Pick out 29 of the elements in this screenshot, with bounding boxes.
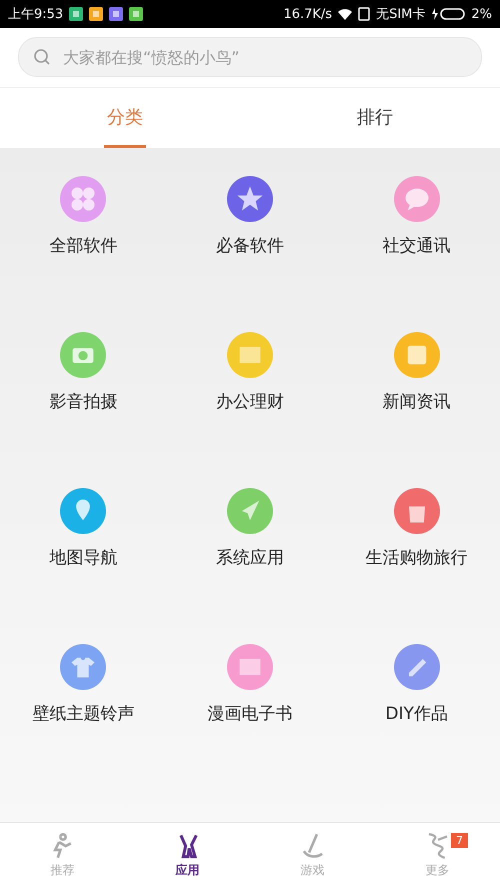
notification-icon [129,7,144,21]
search-icon [33,48,51,66]
battery-icon [431,7,466,21]
category-item[interactable]: 办公理财 [166,304,334,460]
sim-icon [358,7,370,21]
category-item[interactable]: 地图导航 [0,460,167,616]
notification-icon [109,7,124,21]
category-item[interactable]: 全部软件 [0,148,167,304]
status-time: 上午9:53 [8,6,64,23]
count-badge: 7 [451,833,468,848]
category-item[interactable]: 新闻资讯 [333,304,500,460]
category-item[interactable]: DIY作品 [333,616,500,772]
category-item[interactable]: 系统应用 [166,460,334,616]
search-bar[interactable]: 大家都在搜“愤怒的小鸟” [18,37,482,77]
category-item[interactable]: 必备软件 [166,148,334,304]
search-input[interactable]: 大家都在搜“愤怒的小鸟” [61,46,467,68]
battery-percent: 2% [471,6,492,22]
category-item[interactable]: 壁纸主题铃声 [0,616,167,772]
bowl-icon [302,833,324,859]
notification-icon [69,7,84,21]
category-item[interactable]: 漫画电子书 [166,616,334,772]
sim-status: 无SIM卡 [376,6,426,23]
category-item[interactable]: 生活购物旅行 [333,460,500,616]
network-speed: 16.7K/s [283,6,332,22]
wifi-icon [338,8,352,20]
notification-icon [89,7,104,21]
runner-icon [52,833,74,859]
category-item[interactable]: 社交通讯 [333,148,500,304]
category-item[interactable]: 影音拍摄 [0,304,167,460]
